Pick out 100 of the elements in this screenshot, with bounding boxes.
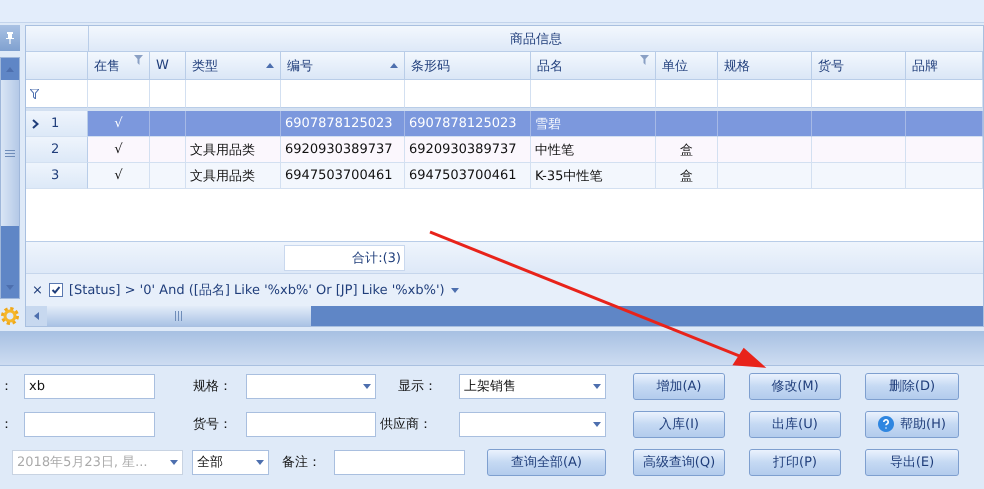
row-number: 3 <box>51 168 60 183</box>
row-number: 1 <box>51 116 60 131</box>
field-label: ： <box>0 378 14 395</box>
field-label: 货号： <box>193 416 233 433</box>
filter-icon <box>30 88 39 98</box>
input-field[interactable] <box>246 412 376 436</box>
row-header[interactable]: 3 <box>26 163 88 189</box>
table-cell <box>150 111 186 137</box>
table-cell: √ <box>88 111 150 137</box>
action-button[interactable]: 修改(M) <box>749 372 841 400</box>
caret-icon <box>363 384 371 388</box>
sort-icon <box>266 63 274 68</box>
table-cell: 盒 <box>656 163 718 189</box>
scroll-down-icon <box>6 284 14 290</box>
filter-cell[interactable] <box>150 80 186 108</box>
filter-cell[interactable] <box>405 80 531 108</box>
table-cell: 6947503700461 <box>405 163 531 189</box>
table-row[interactable]: 1 √ 6907878125023 6907878125023 雪碧 <box>26 111 983 137</box>
horizontal-scrollbar[interactable] <box>26 306 983 326</box>
table-cell <box>150 163 186 189</box>
table-cell <box>656 111 718 137</box>
table-cell: 6920930389737 <box>405 137 531 163</box>
filter-cell[interactable] <box>656 80 718 108</box>
chevron-icon <box>32 118 39 128</box>
table-row[interactable]: 3 √ 文具用品类 6947503700461 6947503700461 K-35中性笔 盒 <box>26 163 983 189</box>
summary-cell: 合计:(3) <box>284 244 405 270</box>
field-label: 规格： <box>193 378 233 395</box>
column-header[interactable]: 货号 <box>812 52 906 80</box>
filter-expression[interactable]: [Status] > '0' And ([品名] Like '%xb%' Or [JP] Like '%xb%') <box>68 281 445 299</box>
table-cell: 文具用品类 <box>186 137 281 163</box>
help-icon <box>878 416 894 432</box>
filter-cell[interactable] <box>281 80 405 108</box>
field-label: ： <box>0 416 14 433</box>
table-cell: 盒 <box>656 137 718 163</box>
column-header[interactable]: 编号 <box>281 52 405 80</box>
action-button[interactable]: 查询全部(A) <box>487 448 606 476</box>
filter-cell[interactable] <box>186 80 281 108</box>
filter-checkbox[interactable] <box>48 283 63 297</box>
field-label: 备注： <box>282 454 322 471</box>
table-cell: K-35中性笔 <box>531 163 656 189</box>
column-header[interactable]: 条形码 <box>405 52 531 80</box>
column-header[interactable]: 品名 <box>531 52 656 80</box>
table-cell: 文具用品类 <box>186 163 281 189</box>
table-cell: 6907878125023 <box>405 111 531 137</box>
band-header: 商品信息 <box>510 30 562 48</box>
help-button[interactable]: 帮助(H) <box>865 410 959 438</box>
action-button[interactable]: 增加(A) <box>633 372 725 400</box>
field-label: 显示： <box>398 378 438 395</box>
dropdown-field[interactable]: 全部 <box>192 450 269 474</box>
caret-icon <box>593 384 601 388</box>
action-button[interactable]: 打印(P) <box>749 448 841 476</box>
action-button[interactable]: 出库(U) <box>749 410 841 438</box>
scroll-left-icon <box>34 312 39 320</box>
table-cell: 6907878125023 <box>281 111 405 137</box>
input-field[interactable] <box>334 450 465 474</box>
table-cell: 中性笔 <box>531 137 656 163</box>
action-button[interactable]: 导出(E) <box>865 448 959 476</box>
table-row[interactable]: 2 √ 文具用品类 6920930389737 6920930389737 中性笔 盒 <box>26 137 983 163</box>
input-field[interactable] <box>24 412 155 436</box>
field-label: 供应商： <box>380 416 433 433</box>
table-cell: 6947503700461 <box>281 163 405 189</box>
sort-icon <box>390 63 398 68</box>
action-button[interactable]: 高级查询(Q) <box>633 448 725 476</box>
column-header[interactable]: 在售 <box>88 52 150 80</box>
vertical-scrollbar[interactable] <box>0 57 20 299</box>
dropdown-field[interactable] <box>459 412 606 436</box>
table-cell: √ <box>88 137 150 163</box>
filter-icon <box>640 55 649 65</box>
close-filter-button[interactable]: × <box>32 282 43 298</box>
table-cell: √ <box>88 163 150 189</box>
input-field[interactable]: xb <box>24 374 155 398</box>
column-header[interactable]: 品牌 <box>906 52 983 80</box>
column-header[interactable]: 规格 <box>718 52 812 80</box>
grip-icon <box>174 311 184 321</box>
row-header[interactable]: 2 <box>26 137 88 163</box>
grip-icon <box>5 150 15 156</box>
column-header[interactable]: 单位 <box>656 52 718 80</box>
table-cell <box>150 137 186 163</box>
pin-icon[interactable] <box>5 32 15 44</box>
action-button[interactable]: 入库(I) <box>633 410 725 438</box>
filter-cell[interactable] <box>812 80 906 108</box>
dropdown-field[interactable]: 上架销售 <box>459 374 606 398</box>
filter-cell[interactable] <box>906 80 983 108</box>
scroll-up-icon <box>6 66 14 72</box>
caret-icon <box>256 460 264 464</box>
filter-cell[interactable] <box>718 80 812 108</box>
filter-cell[interactable] <box>88 80 150 108</box>
action-button[interactable]: 删除(D) <box>865 372 959 400</box>
gear-icon[interactable] <box>0 305 20 327</box>
column-header[interactable]: 类型 <box>186 52 281 80</box>
row-header[interactable]: 1 <box>26 111 88 137</box>
caret-icon <box>170 460 178 464</box>
filter-icon <box>134 55 143 65</box>
caret-icon <box>593 422 601 426</box>
column-header[interactable]: W <box>150 52 186 80</box>
filter-cell[interactable] <box>26 80 88 108</box>
dropdown-field[interactable] <box>246 374 376 398</box>
filter-cell[interactable] <box>531 80 656 108</box>
table-cell: 6920930389737 <box>281 137 405 163</box>
caret-icon <box>450 288 459 292</box>
